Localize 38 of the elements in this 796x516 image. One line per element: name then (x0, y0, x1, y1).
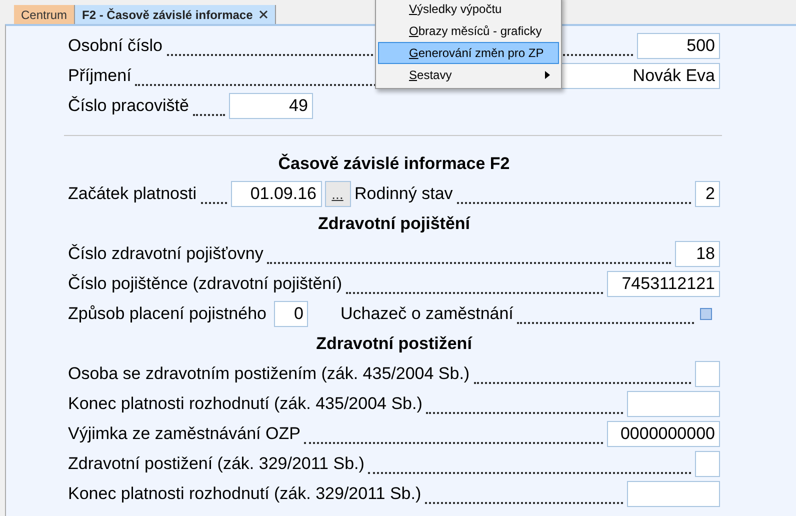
input-field[interactable] (695, 361, 720, 387)
input-field[interactable] (695, 451, 720, 477)
menu-item[interactable]: Obrazy měsíců - graficky (378, 20, 559, 42)
field-label: Osoba se zdravotním postižením (zák. 435/2004 Sb.) (68, 363, 470, 386)
input-field[interactable]: 2 (695, 181, 720, 207)
field-label: Osobní číslo (68, 35, 162, 58)
date-picker-button[interactable]: ... (324, 181, 351, 207)
field-label: Rodinný stav (354, 184, 453, 203)
input-field[interactable]: 7453112121 (607, 271, 720, 297)
field-label: Způsob placení pojistného (68, 303, 266, 326)
field-label: Zdravotní postižení (zák. 329/2011 Sb.) (68, 453, 364, 476)
section-heading: Časově závislé informace F2 (278, 152, 510, 176)
field-label: Začátek platnosti (68, 183, 197, 206)
input-field[interactable]: 01.09.16 (230, 181, 322, 207)
input-field[interactable]: 18 (675, 241, 720, 267)
input-field[interactable]: 500 (637, 33, 720, 59)
field-label: Příjmení (68, 65, 132, 88)
checkbox[interactable] (700, 308, 712, 320)
input-field[interactable]: 49 (228, 93, 313, 119)
field-label: Výjimka ze zaměstnávání OZP (68, 423, 300, 446)
field-label: Číslo pracoviště (68, 95, 189, 118)
menu-item[interactable]: Sestavy (378, 64, 559, 86)
section-heading: Zdravotní pojištění (318, 213, 470, 236)
field-label: Konec platnosti rozhodnutí (zák. 329/2011 Sb.) (68, 483, 422, 506)
field-label: Konec platnosti rozhodnutí (zák. 435/2004 Sb.) (68, 393, 422, 416)
menu-item[interactable]: Výsledky výpočtu (378, 0, 559, 20)
field-label: Uchazeč o zaměstnání (340, 304, 514, 323)
menu-item[interactable]: Generování změn pro ZP (378, 42, 559, 64)
field-label: Číslo zdravotní pojišťovny (68, 243, 264, 266)
section-heading: Zdravotní postižení (316, 333, 472, 356)
input-field[interactable] (627, 481, 720, 507)
field-label: Číslo pojištěnce (zdravotní pojištění) (68, 273, 342, 296)
close-icon[interactable] (258, 10, 268, 19)
input-field[interactable] (627, 391, 720, 417)
tab[interactable]: Centrum (14, 5, 76, 24)
input-field[interactable]: 0 (274, 301, 308, 327)
tab[interactable]: F2 - Časově závislé informace (75, 5, 276, 24)
input-field[interactable]: 0000000000 (607, 421, 720, 447)
